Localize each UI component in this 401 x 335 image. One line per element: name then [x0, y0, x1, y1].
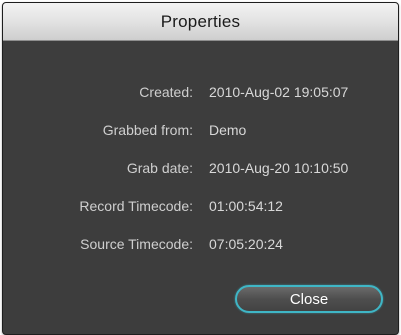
property-value: 07:05:20:24: [209, 236, 283, 252]
property-label: Source Timecode:: [80, 236, 193, 252]
property-row-source-timecode: Source Timecode: 07:05:20:24: [3, 234, 398, 254]
property-row-grabbed-from: Grabbed from: Demo: [3, 120, 398, 140]
property-label: Grab date:: [126, 160, 193, 176]
property-label: Record Timecode:: [79, 198, 193, 214]
properties-dialog: Properties Created: 2010-Aug-02 19:05:07…: [2, 2, 399, 335]
property-value: 01:00:54:12: [209, 198, 283, 214]
property-label: Created:: [139, 84, 193, 100]
dialog-title: Properties: [160, 11, 241, 31]
title-bar[interactable]: Properties: [3, 3, 398, 41]
property-value: 2010-Aug-20 10:10:50: [209, 160, 349, 176]
property-value: 2010-Aug-02 19:05:07: [209, 84, 349, 100]
property-row-record-timecode: Record Timecode: 01:00:54:12: [3, 196, 398, 216]
property-row-created: Created: 2010-Aug-02 19:05:07: [3, 82, 398, 102]
property-label: Grabbed from:: [102, 122, 193, 138]
close-button[interactable]: Close: [235, 285, 383, 313]
property-row-grab-date: Grab date: 2010-Aug-20 10:10:50: [3, 158, 398, 178]
property-value: Demo: [209, 122, 247, 138]
